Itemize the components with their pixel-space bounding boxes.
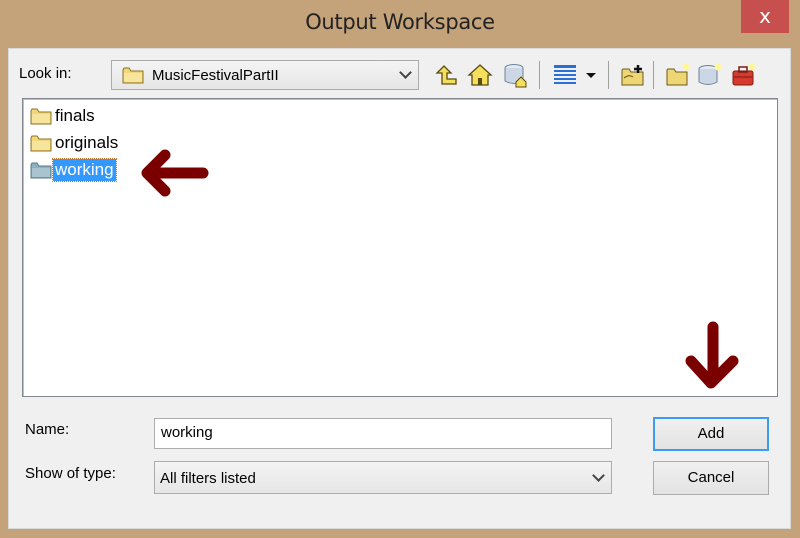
look-in-combo[interactable]: MusicFestivalPartII (111, 60, 419, 90)
default-geodatabase-icon[interactable] (503, 62, 529, 88)
chevron-down-icon (399, 66, 412, 79)
look-in-value: MusicFestivalPartII (152, 67, 279, 84)
chevron-down-icon (592, 468, 605, 482)
toolbar-separator (608, 61, 609, 89)
name-input-value: working (161, 424, 213, 441)
show-of-type-select[interactable]: All filters listed (154, 461, 612, 494)
show-of-type-value: All filters listed (160, 470, 256, 487)
folder-list[interactable]: finals originals working (22, 98, 778, 397)
folder-icon (30, 108, 52, 125)
folder-icon (30, 162, 52, 179)
folder-icon (30, 135, 52, 152)
list-item-label: finals (55, 106, 95, 125)
title-bar: Output Workspace x (0, 0, 800, 47)
toolbar-separator (539, 61, 540, 89)
name-input[interactable]: working (154, 418, 612, 449)
home-icon[interactable] (467, 62, 493, 88)
cancel-button[interactable]: Cancel (653, 461, 769, 495)
folder-icon (122, 67, 144, 84)
show-of-type-label: Show of type: (25, 465, 116, 482)
list-item-label: working (52, 158, 117, 182)
annotation-arrow-left (141, 149, 209, 197)
dialog-body: Look in: MusicFestivalPartII finals orig… (8, 48, 791, 529)
new-toolbox-icon[interactable] (731, 62, 757, 88)
add-button[interactable]: Add (653, 417, 769, 451)
look-in-label: Look in: (19, 65, 72, 82)
list-item-label: originals (55, 133, 119, 152)
name-label: Name: (25, 421, 70, 438)
connect-to-folder-icon[interactable] (620, 62, 646, 88)
new-folder-icon[interactable] (665, 62, 691, 88)
new-file-geodatabase-icon[interactable] (697, 62, 723, 88)
list-view-icon[interactable] (552, 62, 578, 88)
close-button[interactable]: x (741, 0, 789, 33)
view-menu-dropdown-icon[interactable] (584, 62, 598, 88)
window-title: Output Workspace (305, 10, 495, 34)
annotation-arrow-down (685, 321, 739, 389)
up-one-level-icon[interactable] (433, 62, 459, 88)
close-icon: x (759, 4, 771, 28)
toolbar-separator (653, 61, 654, 89)
